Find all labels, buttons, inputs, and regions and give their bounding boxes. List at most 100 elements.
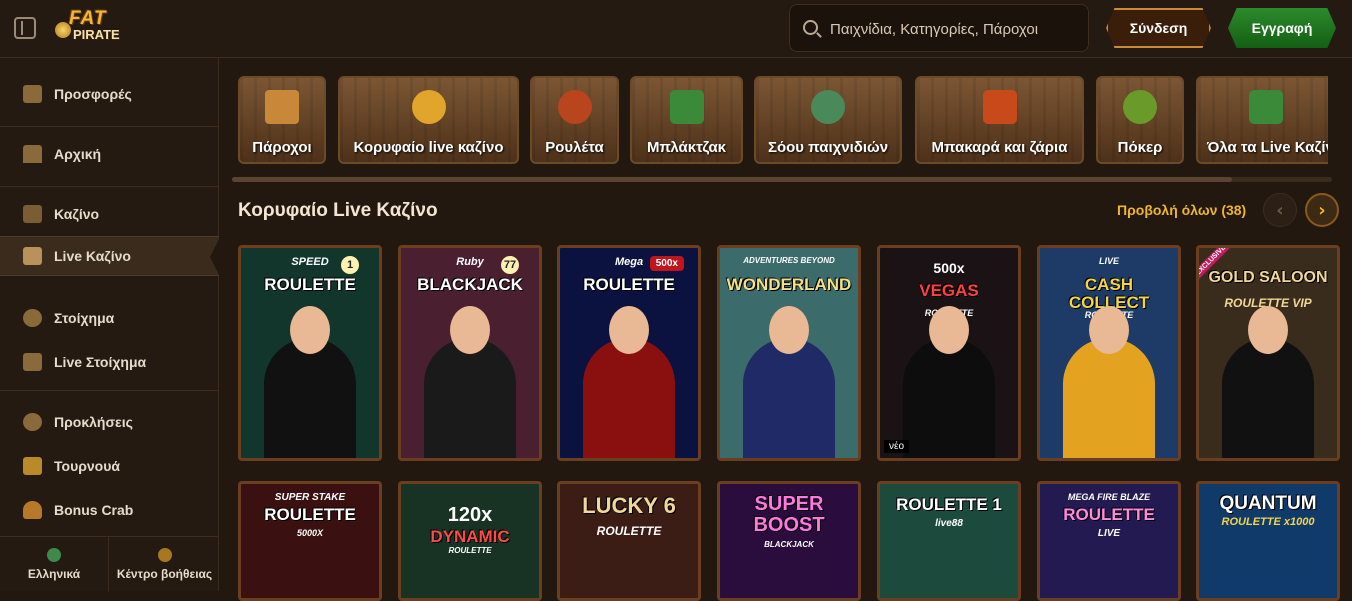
game-tile-super-stake-roulette[interactable]: SUPER STAKE ROULETTE 5000X	[238, 481, 382, 601]
dealer-face	[1248, 306, 1288, 354]
chevron-right-icon[interactable]: ›	[1305, 193, 1339, 227]
logo[interactable]: FAT PIRATE	[55, 8, 135, 46]
game-tile-super-boost[interactable]: SUPER BOOST BLACKJACK	[717, 481, 861, 601]
sidebar-item-offers[interactable]: Προσφορές	[0, 74, 219, 114]
game-title: QUANTUM	[1219, 493, 1317, 514]
game-title: ROULETTE	[264, 275, 356, 294]
category-baccarat-dice[interactable]: Μπακαρά και ζάρια	[915, 76, 1084, 164]
sidebar-item-live-casino[interactable]: Live Καζίνο	[0, 236, 220, 277]
search-box[interactable]	[789, 4, 1089, 52]
chips-icon	[1123, 90, 1157, 124]
sidebar-item-live-betting[interactable]: Live Στοίχημα	[0, 342, 219, 382]
category-label: Σόου παιχνιδιών	[767, 139, 889, 156]
game-table-number: 1	[341, 256, 359, 274]
game-title: ROULETTE	[583, 275, 675, 294]
game-title: WONDERLAND	[726, 275, 852, 294]
game-tile-speed-roulette[interactable]: SPEED 1 ROULETTE	[238, 245, 382, 461]
chest-icon	[23, 85, 42, 103]
game-multiplier: 500x	[933, 260, 965, 276]
game-title: LUCKY 6	[582, 493, 676, 518]
game-multiplier: 120x	[447, 504, 493, 526]
login-button[interactable]: Σύνδεση	[1106, 8, 1211, 48]
sidebar-item-betting[interactable]: Στοίχημα	[0, 298, 219, 338]
game-title: ROULETTE	[264, 505, 356, 524]
sidebar-divider	[0, 126, 219, 127]
game-tile-roulette1[interactable]: ROULETTE 1 live88	[877, 481, 1021, 601]
game-subtitle: SUPER STAKE	[274, 492, 346, 503]
category-all-live[interactable]: Όλα τα Live Καζίνο	[1196, 76, 1328, 164]
game-tile-lucky6[interactable]: LUCKY 6 ROULETTE	[557, 481, 701, 601]
register-button[interactable]: Εγγραφή	[1228, 8, 1336, 48]
dealer-face	[609, 306, 649, 354]
category-blackjack[interactable]: Μπλάκτζακ	[630, 76, 743, 164]
game-subtitle: ROULETTE x1000	[1221, 516, 1315, 528]
logo-line2: PIRATE	[73, 27, 120, 42]
sidebar-item-label: Προκλήσεις	[54, 414, 133, 430]
game-tile-gold-saloon[interactable]: EXCLUSIVE GOLD SALOON ROULETTE VIP	[1196, 245, 1340, 461]
category-scrollbar[interactable]	[232, 177, 1332, 182]
category-label: Πόκερ	[1117, 139, 1163, 156]
game-tile-120x-dynamic[interactable]: 120x DYNAMIC ROULETTE	[398, 481, 542, 601]
search-icon	[803, 20, 818, 35]
roulette-icon	[557, 90, 592, 124]
sidebar-divider	[0, 186, 219, 187]
search-input[interactable]	[830, 17, 1085, 41]
dealer-face	[290, 306, 330, 354]
dealer-image	[903, 338, 995, 458]
dealer-image	[583, 338, 675, 458]
game-subtitle: live88	[935, 518, 963, 529]
game-tile-quantum[interactable]: QUANTUM ROULETTE x1000	[1196, 481, 1340, 601]
sidebar-item-challenges[interactable]: Προκλήσεις	[0, 402, 219, 442]
help-center-label: Κέντρο βοήθειας	[116, 567, 213, 581]
game-title: DYNAMIC	[430, 527, 510, 546]
game-tile-mega-fire-blaze[interactable]: MEGA FIRE BLAZE ROULETTE LIVE	[1037, 481, 1181, 601]
game-tile-wonderland[interactable]: ADVENTURES BEYOND WONDERLAND	[717, 245, 861, 461]
language-button[interactable]: Ελληνικά	[0, 537, 109, 592]
sidebar-item-casino[interactable]: Καζίνο	[0, 194, 219, 234]
help-center-button[interactable]: Κέντρο βοήθειας	[110, 537, 219, 592]
category-game-shows[interactable]: Σόου παιχνιδιών	[754, 76, 902, 164]
game-title: BLACKJACK	[417, 275, 523, 294]
game-title: SUPER BOOST	[753, 493, 825, 536]
sidebar-item-label: Live Καζίνο	[54, 248, 131, 264]
trophy-icon	[23, 457, 42, 475]
game-subtitle: BLACKJACK	[764, 540, 814, 549]
view-all-link[interactable]: Προβολή όλων (38)	[1117, 202, 1246, 218]
category-top-live[interactable]: Κορυφαίο live καζίνο	[338, 76, 519, 164]
dealer-image	[1063, 338, 1155, 458]
game-tile-ruby-blackjack[interactable]: Ruby 77 BLACKJACK	[398, 245, 542, 461]
card-icon	[23, 247, 42, 265]
sidebar-item-home[interactable]: Αρχική	[0, 134, 219, 174]
game-table-number: 77	[501, 256, 519, 274]
game-subtitle: ROULETTE	[448, 546, 492, 555]
category-roulette[interactable]: Ρουλέτα	[530, 76, 619, 164]
game-title: ROULETTE	[1063, 505, 1155, 524]
game-tile-cash-collect[interactable]: LIVE CASH COLLECT ROULETTE	[1037, 245, 1181, 461]
sidebar-item-label: Στοίχημα	[54, 310, 115, 326]
help-icon	[157, 548, 172, 562]
category-poker[interactable]: Πόκερ	[1096, 76, 1184, 164]
category-providers[interactable]: Πάροχοι	[238, 76, 326, 164]
game-multiplier: 500x	[649, 256, 684, 271]
cards-icon	[669, 90, 704, 124]
globe-icon	[47, 548, 61, 562]
sidebar-item-bonus-crab[interactable]: Bonus Crab	[0, 490, 219, 530]
dealer-image	[1222, 338, 1314, 458]
sidebar-item-tournaments[interactable]: Τουρνουά	[0, 446, 219, 486]
game-tile-mega-roulette[interactable]: Mega 500x ROULETTE	[557, 245, 701, 461]
language-label: Ελληνικά	[27, 567, 81, 581]
sidebar-toggle-icon[interactable]	[14, 17, 36, 39]
game-tile-500x-vegas[interactable]: 500x VEGAS ROULETTE νέο	[877, 245, 1021, 461]
sidebar-item-label: Bonus Crab	[54, 502, 134, 518]
sidebar-item-label: Live Στοίχημα	[54, 354, 147, 370]
section-title: Κορυφαίο Live Καζίνο	[238, 200, 438, 221]
game-subtitle: LIVE	[1097, 528, 1121, 539]
category-strip: Πάροχοι Κορυφαίο live καζίνο Ρουλέτα Μπλ…	[238, 76, 1328, 164]
chevron-left-icon[interactable]: ‹	[1263, 193, 1297, 227]
scrollbar-thumb[interactable]	[232, 177, 1232, 182]
category-label: Μπακαρά και ζάρια	[931, 139, 1068, 156]
house-icon	[23, 145, 42, 163]
cards-icon	[1249, 90, 1283, 124]
torch-icon	[411, 90, 446, 124]
sidebar-divider	[0, 390, 219, 391]
